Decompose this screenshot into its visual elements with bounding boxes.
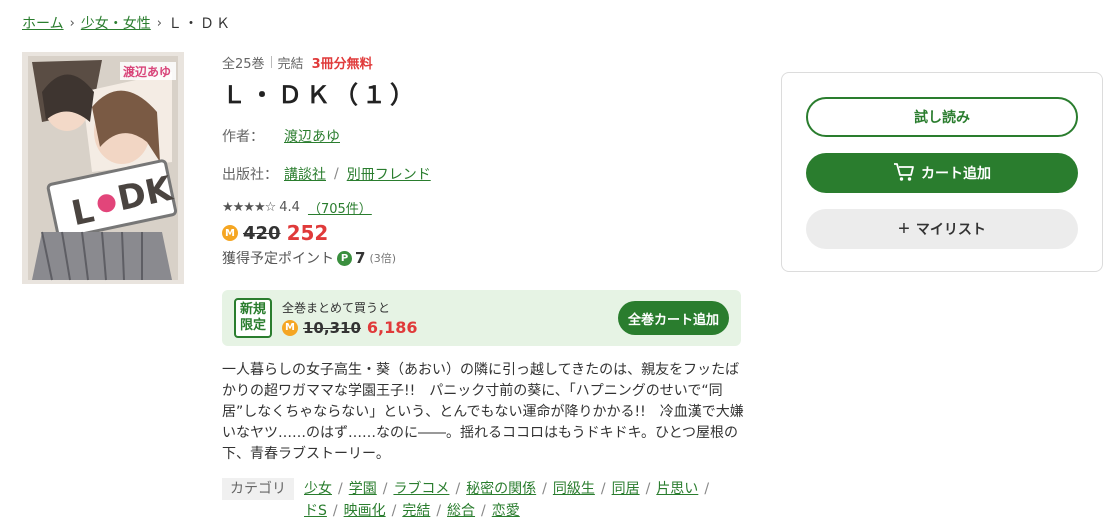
- review-count-link[interactable]: （705件）: [308, 198, 372, 217]
- book-info: 全25巻 完結 3冊分無料 Ｌ・ＤＫ（１） 作者： 渡辺あゆ 出版社： 講談社 …: [222, 52, 742, 268]
- points-row: 獲得予定ポイント P 7 (3倍): [222, 248, 742, 268]
- author-row: 作者： 渡辺あゆ: [222, 126, 742, 146]
- book-title: Ｌ・ＤＫ（１）: [222, 81, 418, 109]
- free-badge: 3冊分無料: [311, 56, 373, 72]
- divider: [270, 56, 272, 68]
- add-to-mylist-button[interactable]: + マイリスト: [806, 209, 1078, 249]
- category-link[interactable]: 片思い: [656, 481, 698, 497]
- points-multiplier: (3倍): [369, 252, 397, 265]
- trial-read-button[interactable]: 試し読み: [806, 97, 1078, 137]
- separator: /: [334, 166, 339, 182]
- book-cover-image[interactable]: L DK 渡辺あゆ: [22, 52, 184, 284]
- new-limited-badge: 新規 限定: [234, 298, 272, 338]
- rating: ★★★★☆ 4.4 （705件）: [222, 198, 742, 217]
- bundle-offer: 新規 限定 全巻まとめて買うと M 10,310 6,186 全巻カート追加: [222, 290, 741, 346]
- category-link[interactable]: ドS: [304, 503, 327, 519]
- coin-icon: M: [282, 319, 298, 336]
- rating-score: 4.4: [279, 199, 300, 215]
- purchase-panel: 試し読み カート追加 + マイリスト: [781, 72, 1103, 272]
- mylist-label: マイリスト: [915, 221, 986, 237]
- book-description: 一人暮らしの女子高生・葵（あおい）の隣に引っ越してきたのは、親友をフッたばかりの…: [222, 362, 744, 462]
- original-price: 420: [243, 222, 281, 244]
- category-list: 少女 / 学園 / ラブコメ / 秘密の関係 / 同級生 / 同居 / 片思い / ドS / 映…: [304, 481, 710, 519]
- add-to-cart-label: カート追加: [921, 165, 991, 181]
- bundle-text: 全巻まとめて買うと M 10,310 6,186: [282, 299, 418, 337]
- breadcrumb-home-link[interactable]: ホーム: [22, 13, 64, 33]
- category-link[interactable]: 完結: [402, 503, 430, 519]
- category-link[interactable]: ラブコメ: [393, 481, 449, 497]
- publisher-link[interactable]: 講談社: [284, 164, 326, 184]
- breadcrumb-current: Ｌ・ＤＫ: [168, 16, 232, 32]
- points-label: 獲得予定ポイント: [222, 251, 334, 267]
- star-rating-icon: ★★★★☆: [222, 199, 276, 215]
- price-row: M 420 252: [222, 220, 742, 246]
- category-link[interactable]: 同居: [612, 481, 640, 497]
- plus-icon: +: [898, 218, 910, 240]
- label-link[interactable]: 別冊フレンド: [347, 164, 431, 184]
- bundle-original-price: 10,310: [303, 318, 361, 337]
- trial-read-label: 試し読み: [914, 109, 970, 125]
- chevron-right-icon: ›: [69, 15, 75, 31]
- chevron-right-icon: ›: [156, 15, 162, 31]
- category-link[interactable]: 映画化: [344, 503, 386, 519]
- cart-icon: [893, 162, 915, 185]
- points-value: 7: [355, 249, 366, 267]
- volume-count: 全25巻: [222, 56, 265, 72]
- breadcrumb-category-link[interactable]: 少女・女性: [81, 13, 151, 33]
- author-link[interactable]: 渡辺あゆ: [284, 126, 340, 146]
- category-link[interactable]: 総合: [447, 503, 475, 519]
- publisher-label: 出版社：: [222, 167, 278, 183]
- badge-line: 限定: [239, 318, 266, 333]
- categories: カテゴリ 少女 / 学園 / ラブコメ / 秘密の関係 / 同級生 / 同居 / 片思い / …: [222, 478, 744, 522]
- author-label: 作者：: [222, 129, 264, 145]
- sale-price: 252: [286, 221, 329, 245]
- breadcrumb: ホーム › 少女・女性 › Ｌ・ＤＫ: [22, 13, 232, 33]
- coin-icon: M: [222, 225, 238, 241]
- badge-line: 新規: [239, 302, 266, 317]
- category-link[interactable]: 学園: [349, 481, 377, 497]
- bundle-sale-price: 6,186: [366, 318, 418, 337]
- category-link[interactable]: 秘密の関係: [466, 481, 536, 497]
- category-link[interactable]: 少女: [304, 481, 332, 497]
- add-to-cart-button[interactable]: カート追加: [806, 153, 1078, 193]
- volume-meta: 全25巻 完結 3冊分無料: [222, 52, 742, 72]
- cover-author-text: 渡辺あゆ: [123, 64, 171, 79]
- add-all-to-cart-button[interactable]: 全巻カート追加: [618, 301, 729, 335]
- bundle-prices: M 10,310 6,186: [282, 318, 418, 337]
- series-status: 完結: [277, 56, 304, 72]
- bundle-label: 全巻まとめて買うと: [282, 301, 391, 315]
- category-link[interactable]: 恋愛: [492, 503, 520, 519]
- point-icon: P: [337, 250, 352, 266]
- category-label: カテゴリ: [222, 478, 294, 500]
- category-link[interactable]: 同級生: [553, 481, 595, 497]
- publisher-row: 出版社： 講談社 / 別冊フレンド: [222, 164, 742, 184]
